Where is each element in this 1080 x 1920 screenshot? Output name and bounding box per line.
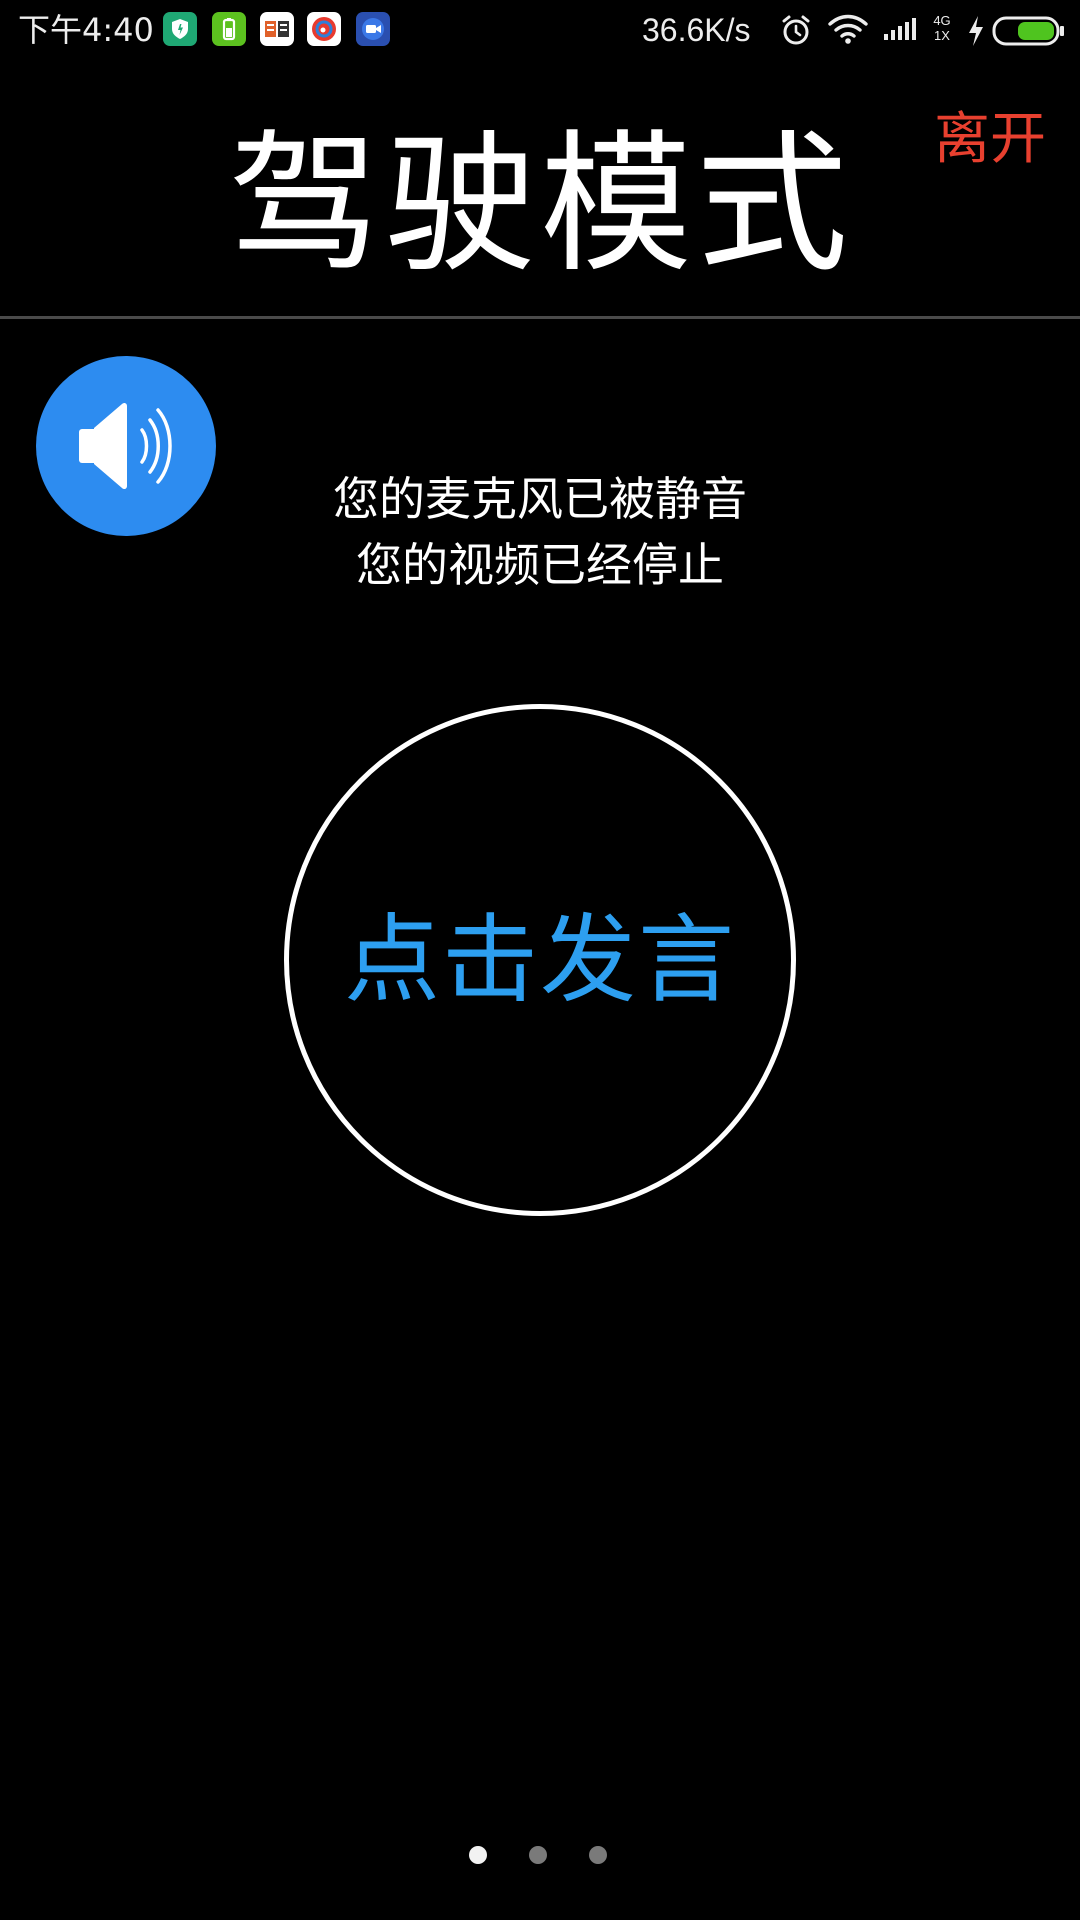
network-type: 4G 1X [928, 13, 956, 43]
battery-icon [992, 16, 1066, 50]
mic-status-text: 您的麦克风已被静音 [333, 472, 747, 526]
page-dot[interactable] [529, 1846, 547, 1864]
status-time: 下午4:40 [18, 11, 154, 49]
news-app-icon [260, 12, 294, 46]
video-status-text: 您的视频已经停止 [356, 538, 724, 592]
page-dot[interactable] [469, 1846, 487, 1864]
page-title: 驾驶模式 [228, 116, 852, 293]
charging-icon [966, 14, 986, 52]
page-dot[interactable] [589, 1846, 607, 1864]
leave-button[interactable]: 离开 [934, 108, 1046, 172]
alarm-icon [778, 12, 814, 52]
page-indicator [0, 1846, 1080, 1866]
weibo-icon [307, 12, 341, 46]
header-divider [0, 316, 1080, 319]
status-messages: 您的麦克风已被静音 您的视频已经停止 [0, 466, 1080, 598]
meeting-app-icon [356, 12, 390, 46]
wifi-icon [826, 12, 870, 50]
status-bar: 下午4:40 36.6K/s 4G 1X [0, 0, 1080, 62]
network-type-bottom: 1X [934, 28, 950, 43]
security-shield-icon [163, 12, 197, 46]
network-type-top: 4G [933, 13, 951, 28]
network-speed: 36.6K/s [642, 12, 751, 48]
battery-manager-icon [212, 12, 246, 46]
signal-icon [884, 16, 924, 48]
push-to-talk-button[interactable]: 点击发言 [284, 704, 796, 1216]
push-to-talk-label: 点击发言 [344, 904, 736, 1016]
